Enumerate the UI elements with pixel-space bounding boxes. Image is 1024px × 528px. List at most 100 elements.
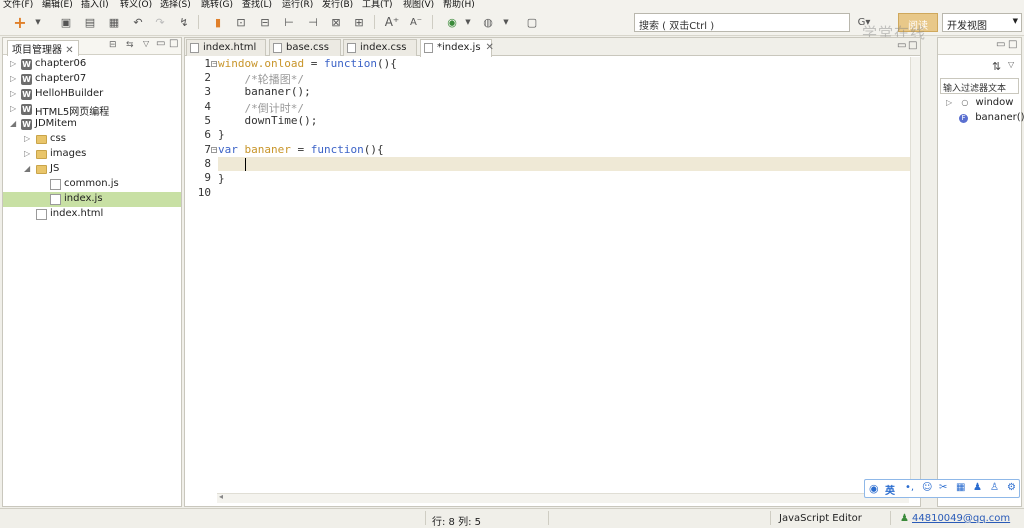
tab-index-html[interactable]: index.html (186, 39, 266, 56)
expand-icon[interactable]: ▷ (24, 134, 30, 143)
settings-icon[interactable]: ⚙ (1007, 482, 1016, 493)
minimize-icon[interactable]: ▭ (156, 38, 165, 49)
keyboard-icon[interactable]: ▦ (956, 482, 965, 493)
tree-item-images[interactable]: ▷ images (3, 147, 181, 162)
outline-item-bananer[interactable]: F bananer() (959, 112, 1024, 126)
expand-icon[interactable]: ▷ (10, 89, 16, 98)
maximize-icon[interactable]: □ (169, 38, 178, 49)
run-dropdown-icon[interactable]: ▼ (460, 14, 476, 30)
project-explorer-tab[interactable]: 项目管理器 ✕ (7, 40, 79, 56)
maximize-icon[interactable]: □ (908, 40, 917, 51)
menu-goto[interactable]: 跳转(G) (201, 0, 233, 9)
tree-item-common-js[interactable]: common.js (3, 177, 181, 192)
bookmark-icon[interactable]: ▮ (210, 14, 226, 30)
save-all-icon[interactable]: ▤ (82, 14, 98, 30)
tree-item-js[interactable]: ◢ JS (3, 162, 181, 177)
skin-icon[interactable]: ♙ (990, 482, 999, 493)
scissors-icon[interactable]: ✂ (939, 482, 947, 493)
outline-item-window[interactable]: ▷ ○ window (946, 97, 1013, 111)
scroll-left-icon[interactable]: ◂ (219, 492, 223, 501)
redo-icon[interactable]: ↷ (152, 14, 168, 30)
tab-index-css[interactable]: index.css (343, 39, 417, 56)
browser-icon[interactable]: ◍ (480, 14, 496, 30)
menu-run[interactable]: 运行(R) (282, 0, 313, 9)
indent-right-icon[interactable]: ⊣ (305, 14, 321, 30)
view-switch-select[interactable]: 开发视图 ▼ (942, 13, 1022, 32)
sort-icon[interactable]: ⇅ (992, 60, 1001, 73)
code-line-1[interactable]: window.onload = function(){ (218, 57, 397, 70)
indent-left-icon[interactable]: ⊢ (281, 14, 297, 30)
code-line-3[interactable]: bananer(); (218, 85, 310, 98)
collapse-icon[interactable]: ◢ (10, 119, 16, 128)
undo-icon[interactable]: ↶ (130, 14, 146, 30)
tree-item-index-html[interactable]: index.html (3, 207, 181, 222)
current-line-highlight (218, 157, 910, 171)
menu-insert[interactable]: 插入(I) (81, 0, 109, 9)
minimize-icon[interactable]: ▭ (996, 39, 1005, 50)
save-as-icon[interactable]: ▦ (106, 14, 122, 30)
tree-item-chapter07[interactable]: ▷ W chapter07 (3, 72, 181, 87)
fold-toggle-icon[interactable]: − (211, 147, 217, 153)
new-dropdown-icon[interactable]: ▼ (30, 14, 46, 30)
tree-item-hellohbuilder[interactable]: ▷ W HelloHBuilder (3, 87, 181, 102)
minimize-icon[interactable]: ▭ (897, 40, 906, 51)
save-icon[interactable]: ▣ (58, 14, 74, 30)
menu-find[interactable]: 查找(L) (242, 0, 272, 9)
outline-filter-input[interactable]: 输入过滤器文本 (940, 78, 1019, 94)
tree-item-html5[interactable]: ▷ W HTML5网页编程 (3, 102, 181, 118)
user-account-link[interactable]: 44810049@qq.com (912, 513, 1010, 524)
expand-icon[interactable]: ▷ (24, 149, 30, 158)
wrap-icon[interactable]: ⊞ (351, 14, 367, 30)
expand-icon[interactable]: ▷ (10, 59, 16, 68)
code-line-7[interactable]: var bananer = function(){ (218, 143, 384, 156)
link-editor-icon[interactable]: ⇆ (126, 40, 134, 50)
menu-select[interactable]: 选择(S) (160, 0, 191, 9)
view-menu-icon[interactable]: ▽ (143, 39, 149, 48)
tree-item-chapter06[interactable]: ▷ W chapter06 (3, 57, 181, 72)
tree-item-index-js[interactable]: index.js (3, 192, 181, 207)
code-line-5[interactable]: downTime(); (218, 114, 317, 127)
expand-icon[interactable]: ▷ (10, 104, 16, 113)
expand-icon[interactable]: ▷ (10, 74, 16, 83)
horizontal-scrollbar[interactable]: ◂ (217, 492, 909, 503)
run-icon[interactable]: ◉ (444, 14, 460, 30)
tab-base-css[interactable]: base.css (269, 39, 341, 56)
preview-icon[interactable]: ▢ (524, 14, 540, 30)
collapse-all-icon[interactable]: ⊟ (109, 40, 117, 50)
view-menu-icon[interactable]: ▽ (1008, 60, 1014, 69)
menu-file[interactable]: 文件(F) (3, 0, 33, 9)
collapse-icon[interactable]: ◢ (24, 164, 30, 173)
punctuation-icon[interactable]: •, (905, 482, 914, 493)
code-line-6[interactable]: } (218, 128, 225, 141)
emoji-icon[interactable]: ☺ (922, 482, 932, 493)
close-icon[interactable]: ✕ (65, 45, 73, 56)
new-icon[interactable]: + (12, 13, 28, 32)
browser-dropdown-icon[interactable]: ▼ (498, 14, 514, 30)
open-file-icon[interactable]: ⊡ (233, 14, 249, 30)
menu-escape[interactable]: 转义(O) (120, 0, 152, 9)
css-file-icon (347, 43, 356, 53)
export-icon[interactable]: ⊟ (257, 14, 273, 30)
format-icon[interactable]: ↯ (176, 14, 192, 30)
vertical-scrollbar[interactable] (910, 57, 920, 498)
menu-publish[interactable]: 发行(B) (322, 0, 353, 9)
menu-help[interactable]: 帮助(H) (443, 0, 475, 9)
expand-icon[interactable]: ▷ (946, 98, 952, 107)
menu-view[interactable]: 视图(V) (403, 0, 434, 9)
font-larger-icon[interactable]: A⁺ (384, 14, 400, 30)
ime-language-toggle[interactable]: 英 (885, 482, 895, 497)
menu-edit[interactable]: 编辑(E) (42, 0, 73, 9)
user-icon[interactable]: ♟ (973, 482, 982, 493)
close-icon[interactable]: ✕ (486, 42, 494, 53)
tree-item-jdmitem[interactable]: ◢ W JDMitem (3, 117, 181, 132)
menu-tools[interactable]: 工具(T) (362, 0, 393, 9)
code-line-9[interactable]: } (218, 172, 225, 185)
font-smaller-icon[interactable]: A⁻ (408, 14, 424, 30)
tree-item-css[interactable]: ▷ css (3, 132, 181, 147)
maximize-icon[interactable]: □ (1008, 39, 1017, 50)
ime-logo-icon[interactable]: ◉ (869, 482, 879, 495)
comment-icon[interactable]: ⊠ (328, 14, 344, 30)
tab-index-js[interactable]: *index.js ✕ (420, 39, 494, 57)
fold-toggle-icon[interactable]: − (211, 61, 217, 67)
search-input[interactable]: 搜索 ( 双击Ctrl ) (634, 13, 850, 32)
